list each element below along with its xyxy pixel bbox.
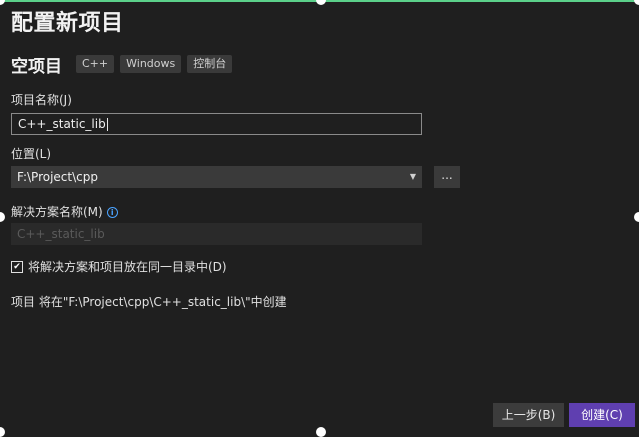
solution-name-label-row: 解决方案名称(M) i — [11, 203, 118, 220]
browse-button[interactable]: ... — [434, 166, 460, 188]
info-icon[interactable]: i — [106, 207, 118, 218]
resize-handle-top-center[interactable] — [316, 0, 326, 5]
tag-cpp: C++ — [76, 55, 115, 73]
same-dir-checkbox-label[interactable]: 将解决方案和项目放在同一目录中(D) — [28, 258, 227, 275]
solution-name-value: C++_static_lib — [17, 227, 105, 241]
tag-console: 控制台 — [187, 55, 233, 73]
template-name: 空项目 — [11, 57, 62, 77]
project-name-value: C++_static_lib — [18, 117, 106, 131]
location-value: F:\Project\cpp — [17, 170, 98, 184]
resize-handle-middle-right[interactable] — [634, 212, 639, 222]
project-name-label: 项目名称(J) — [11, 93, 72, 107]
tag-windows: Windows — [120, 55, 182, 73]
project-name-input[interactable]: C++_static_lib — [11, 113, 422, 135]
same-dir-checkbox-row[interactable]: ✔ 将解决方案和项目放在同一目录中(D) — [11, 258, 227, 275]
back-button[interactable]: 上一步(B) — [493, 403, 564, 427]
create-button[interactable]: 创建(C) — [569, 403, 635, 427]
location-label: 位置(L) — [11, 147, 52, 161]
resize-handle-bottom-center[interactable] — [316, 427, 326, 437]
resize-handle-middle-left[interactable] — [0, 212, 5, 222]
template-tags: C++ Windows 控制台 — [76, 55, 233, 73]
solution-name-label: 解决方案名称(M) — [11, 205, 103, 219]
resize-handle-top-right[interactable] — [634, 0, 639, 5]
location-select[interactable]: F:\Project\cpp ▼ — [11, 166, 422, 188]
text-caret — [106, 118, 108, 131]
page-title: 配置新项目 — [11, 11, 124, 36]
chevron-down-icon: ▼ — [409, 172, 416, 181]
resize-handle-bottom-left[interactable] — [0, 427, 5, 437]
same-dir-checkbox[interactable]: ✔ — [11, 260, 23, 273]
solution-name-input: C++_static_lib — [11, 223, 422, 245]
resize-handle-top-left[interactable] — [0, 0, 5, 5]
creation-summary: 项目 将在"F:\Project\cpp\C++_static_lib\"中创建 — [11, 295, 287, 309]
checkmark-icon: ✔ — [13, 261, 21, 272]
